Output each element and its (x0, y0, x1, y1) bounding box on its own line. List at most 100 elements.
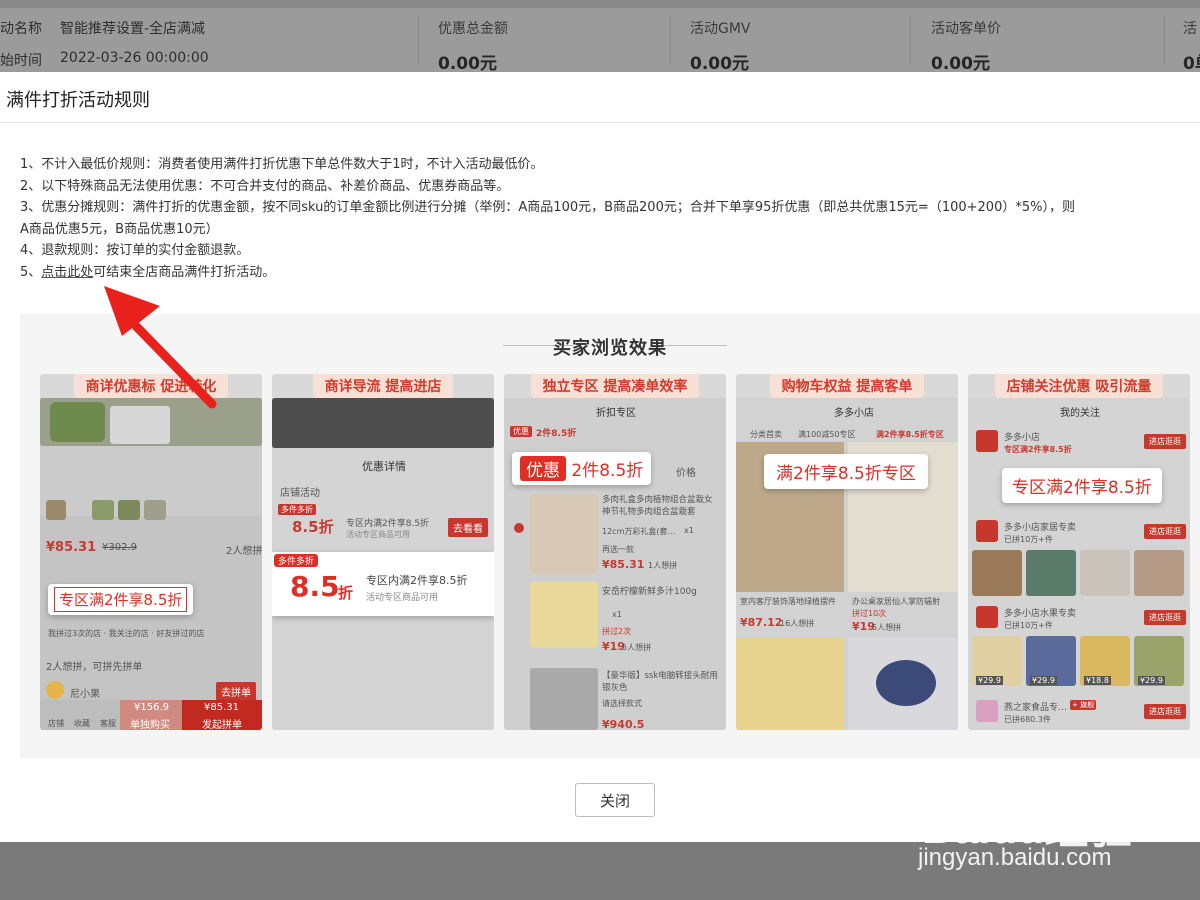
preview-card-zone: 折扣专区 优惠 2件8.5折 优惠 2件8.5折 价格 多肉礼盒多肉植物组合盆栽… (504, 374, 726, 730)
card3-chip-text: 2件8.5折 (536, 429, 577, 439)
card3-callout: 优惠 2件8.5折 (512, 452, 652, 485)
stat-label: 活动GMV (690, 21, 751, 37)
card-header: 独立专区 提高凑单效率 (504, 374, 726, 398)
card5-price1: ¥29.9 (976, 676, 1003, 685)
stat-label: 活动客单价 (931, 21, 1001, 37)
stat-label: 活 (1183, 21, 1197, 37)
modal-title: 满件打折活动规则 (6, 90, 150, 111)
card1-old-price: ¥302.9 (102, 542, 137, 553)
card5-store1: 多多小店 (1004, 433, 1041, 443)
close-button[interactable]: 关闭 (575, 783, 655, 817)
card-header: 商详优惠标 促进转化 (40, 374, 262, 398)
card2-tag: 多件多折 (278, 504, 316, 515)
card5-store2-sub: 已拼10万+件 (1004, 535, 1053, 544)
card5-store3: 多多小店水果专卖 (1004, 609, 1077, 619)
card2-panel-title: 优惠详情 (362, 460, 406, 473)
stat-value: 0.00元 (438, 54, 497, 74)
card5-store1-tag: 专区满2件享8.5折 (1004, 445, 1072, 454)
card1-join-button: 去拼单 (216, 682, 256, 701)
card5-store3-sub: 已拼10万+件 (1004, 621, 1053, 630)
card2-callout: 多件多折 8.5 折 专区内满2件享8.5折 活动专区商品可用 (272, 552, 494, 616)
rule-item: 1、不计入最低价规则：消费者使用满件打折优惠下单总件数大于1时，不计入活动最低价… (20, 157, 544, 172)
card3-item2-title: 安岳柠檬新鲜多汁100g (602, 587, 697, 597)
end-activity-link[interactable]: 点击此处 (41, 265, 93, 280)
card4-tab1: 分类首卖 (750, 430, 782, 439)
card1-nav-store: 店铺 (48, 719, 64, 728)
rule-suffix: 可结束全店商品满件打折活动。 (93, 264, 276, 280)
preview-card-follow: 我的关注 多多小店 专区满2件享8.5折 进店逛逛 专区满2件享8.5折 多多小… (968, 374, 1190, 730)
card1-nav-service: 客服 (100, 719, 116, 728)
card3-nav-title: 折扣专区 (596, 408, 636, 419)
rule-item-end: 5、点击此处可结束全店商品满件打折活动。 (20, 262, 1200, 284)
card1-visited: 我拼过3次的店 · 我关注的店 · 好友拼过的店 (48, 629, 205, 638)
card3-item1-spec: 12cm万彩礼盒(套… (602, 527, 676, 536)
stat-value: 0单 (1183, 54, 1200, 74)
card1-group-price: ¥85.31 (204, 702, 239, 713)
stat-label: 优惠总金额 (438, 21, 508, 37)
card1-callout: 专区满2件享8.5折 (48, 584, 194, 615)
card-header: 商详导流 提高进店 (272, 374, 494, 398)
stat-value: 0.00元 (690, 54, 749, 74)
rule-item: 2、以下特殊商品无法使用优惠：不可合并支付的商品、补差价商品、优惠券商品等。 (20, 178, 510, 194)
rule-item: A商品优惠5元，B商品优惠10元） (20, 221, 219, 237)
preview-card-product-detail: ¥85.31 ¥302.9 2人想拼 专区满2件享8.5折 我拼过3次的店 · … (40, 374, 262, 730)
rule-item: 4、退款规则：按订单的实付金额退款。 (20, 243, 250, 258)
card4-item2-note: 拼过10次 (852, 609, 887, 618)
card2-go-button: 去看看 (448, 518, 488, 537)
card4-item1-title: 室内客厅装饰落地绿植摆件 (740, 597, 836, 606)
card1-single-price: ¥156.9 (134, 702, 169, 713)
background-activity-stats: 动名称 智能推荐设置-全店满减 始时间 2022-03-26 00:00:00 … (0, 8, 1200, 74)
card5-store3-button: 进店逛逛 (1144, 610, 1186, 625)
card4-item1-price: ¥87.12 (740, 616, 783, 629)
card1-single-label: 单独购买 (130, 720, 170, 730)
card3-item1-qty: x1 (684, 526, 694, 535)
card5-store4-button: 进店逛逛 (1144, 704, 1186, 719)
card4-store: 多多小店 (834, 408, 874, 419)
card-header: 购物车权益 提高客单 (736, 374, 958, 398)
card4-item1-sold: 16人想拼 (780, 619, 815, 628)
card3-item2-sold: 5人想拼 (622, 643, 652, 652)
card2-discount: 8.5折 (292, 518, 334, 536)
card5-store4: 燕之家食品专… (1004, 703, 1068, 713)
card5-store4-badge: + 旗舰 (1070, 700, 1097, 710)
card2-desc: 专区内满2件享8.5折 (346, 519, 430, 529)
card1-user: 尼小果 (70, 689, 100, 700)
card3-item2-note: 拼过2次 (602, 627, 632, 636)
card4-tab3: 满2件享8.5折专区 (876, 430, 944, 439)
card5-store4-sub: 已拼680.3件 (1004, 715, 1051, 724)
rules-modal: 满件打折活动规则 1、不计入最低价规则：消费者使用满件打折优惠下单总件数大于1时… (0, 72, 1200, 842)
card5-nav-title: 我的关注 (1060, 408, 1100, 419)
card1-price: ¥85.31 (46, 540, 97, 555)
card5-price2: ¥29.9 (1030, 676, 1057, 685)
card4-tab2: 满100减50专区 (798, 430, 856, 439)
rule-item: 3、优惠分摊规则：满件打折的优惠金额，按不同sku的订单金额比例进行分摊（举例：… (20, 200, 1075, 215)
card1-group-label: 发起拼单 (202, 720, 242, 730)
card5-store1-button: 进店逛逛 (1144, 434, 1186, 449)
card4-item2-title: 办公桌家居仙人掌防辐射 (852, 597, 940, 606)
activity-name-label: 动名称 (0, 21, 42, 37)
card2-section: 店铺活动 (280, 488, 320, 499)
start-time-value: 2022-03-26 00:00:00 (60, 50, 209, 66)
preview-card-store-traffic: 优惠详情 店铺活动 多件多折 8.5折 专区内满2件享8.5折 活动专区商品可用… (272, 374, 494, 730)
card5-price3: ¥18.8 (1084, 676, 1111, 685)
card3-item1-title: 多肉礼盒多肉植物组合盆栽女神节礼物多肉组合盆栽套 (602, 495, 713, 517)
card2-sub: 活动专区商品可用 (346, 530, 410, 539)
card5-store2: 多多小店家居专卖 (1004, 523, 1077, 533)
card5-callout: 专区满2件享8.5折 (1002, 468, 1162, 503)
card3-item3-title: 【豪华版】ssk电脑转接头耐用银灰色 (602, 671, 718, 693)
preview-card-cart: 多多小店 分类首卖 满100减50专区 满2件享8.5折专区 满2件享8.5折专… (736, 374, 958, 730)
stat-value: 0.00元 (931, 54, 990, 74)
modal-divider (0, 122, 1200, 123)
card1-buyers: 2人想拼 (226, 546, 262, 557)
background-top-strip (0, 0, 1200, 8)
card3-chip-tag: 优惠 (510, 426, 532, 437)
card3-price-col: 价格 (676, 468, 696, 479)
baidu-watermark-url: jingyan.baidu.com (918, 844, 1112, 871)
buyer-preview-panel: 买家浏览效果 ¥85.31 ¥302.9 2人想拼 专区满2件享8.5折 我拼过… (20, 314, 1200, 758)
card1-group-hint: 2人想拼，可拼先拼单 (46, 662, 143, 673)
card3-item1-price: ¥85.31 (602, 558, 645, 571)
card3-item1-sold: 1人想拼 (648, 561, 678, 570)
card-header: 店铺关注优惠 吸引流量 (968, 374, 1190, 398)
rules-list: 1、不计入最低价规则：消费者使用满件打折优惠下单总件数大于1时，不计入活动最低价… (20, 154, 1200, 283)
card1-nav-fav: 收藏 (74, 719, 90, 728)
